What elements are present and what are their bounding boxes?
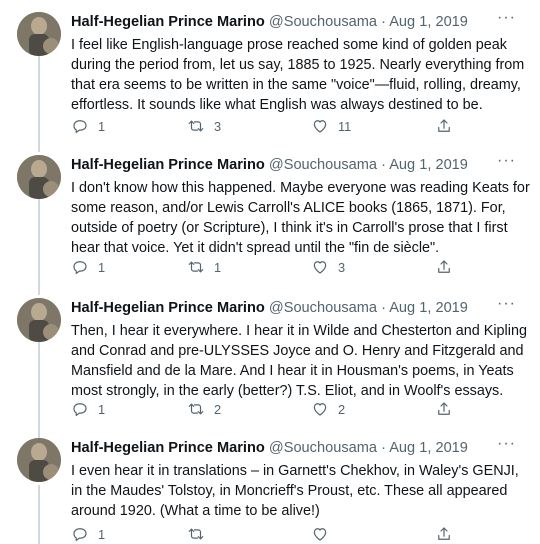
avatar[interactable] bbox=[17, 298, 61, 342]
share-button[interactable] bbox=[435, 524, 453, 544]
display-name[interactable]: Half-Hegelian Prince Marino bbox=[71, 300, 265, 316]
tweet-actions: 1 bbox=[71, 524, 471, 544]
share-icon bbox=[438, 402, 450, 415]
timestamp[interactable]: Aug 1, 2019 bbox=[389, 157, 468, 173]
timestamp[interactable]: Aug 1, 2019 bbox=[389, 440, 468, 456]
tweet-header: Half-Hegelian Prince Marino @Souchousama… bbox=[71, 435, 530, 458]
like-button[interactable]: 2 bbox=[311, 399, 345, 419]
handle[interactable]: @Souchousama bbox=[269, 157, 377, 173]
share-button[interactable] bbox=[435, 399, 453, 419]
retweet-count: 3 bbox=[214, 118, 222, 134]
reply-button[interactable]: 1 bbox=[71, 116, 105, 136]
more-icon[interactable]: ··· bbox=[497, 8, 516, 28]
share-icon bbox=[438, 260, 450, 273]
share-icon bbox=[438, 119, 450, 132]
like-icon bbox=[313, 120, 327, 133]
reply-icon bbox=[73, 403, 87, 416]
like-count: 11 bbox=[338, 118, 352, 134]
display-name[interactable]: Half-Hegelian Prince Marino bbox=[71, 440, 265, 456]
more-icon[interactable]: ··· bbox=[497, 434, 516, 454]
avatar[interactable] bbox=[17, 12, 61, 56]
tweet-text: I don't know how this happened. Maybe ev… bbox=[71, 180, 530, 256]
more-icon[interactable]: ··· bbox=[497, 294, 516, 314]
tweet-header: Half-Hegelian Prince Marino @Souchousama… bbox=[71, 9, 530, 32]
display-name[interactable]: Half-Hegelian Prince Marino bbox=[71, 157, 265, 173]
tweet-actions: 1 3 11 bbox=[71, 116, 471, 136]
like-icon bbox=[313, 528, 327, 541]
tweet-text: I even hear it in translations – in Garn… bbox=[71, 463, 519, 519]
like-icon bbox=[313, 403, 327, 416]
like-count: 3 bbox=[338, 259, 346, 275]
retweet-icon bbox=[188, 528, 204, 540]
tweet-header: Half-Hegelian Prince Marino @Souchousama… bbox=[71, 152, 530, 175]
reply-button[interactable]: 1 bbox=[71, 257, 105, 277]
timestamp[interactable]: Aug 1, 2019 bbox=[389, 300, 468, 316]
retweet-button[interactable]: 3 bbox=[187, 116, 221, 136]
timestamp[interactable]: Aug 1, 2019 bbox=[389, 14, 468, 30]
thread-line bbox=[38, 56, 40, 152]
retweet-icon bbox=[188, 120, 204, 132]
like-button[interactable]: 3 bbox=[311, 257, 345, 277]
share-button[interactable] bbox=[435, 257, 453, 277]
like-count: 2 bbox=[338, 401, 346, 417]
reply-icon bbox=[73, 120, 87, 133]
thread-line bbox=[38, 485, 40, 544]
avatar[interactable] bbox=[17, 438, 61, 482]
tweet-text: Then, I hear it everywhere. I hear it in… bbox=[71, 323, 527, 399]
avatar[interactable] bbox=[17, 155, 61, 199]
like-icon bbox=[313, 261, 327, 274]
handle[interactable]: @Souchousama bbox=[269, 440, 377, 456]
handle[interactable]: @Souchousama bbox=[269, 300, 377, 316]
reply-button[interactable]: 1 bbox=[71, 524, 105, 544]
like-button[interactable]: 11 bbox=[311, 116, 351, 136]
retweet-count: 2 bbox=[214, 401, 222, 417]
like-button[interactable] bbox=[311, 524, 338, 544]
display-name[interactable]: Half-Hegelian Prince Marino bbox=[71, 14, 265, 30]
retweet-icon bbox=[188, 261, 204, 273]
retweet-button[interactable] bbox=[187, 524, 214, 544]
reply-count: 1 bbox=[98, 401, 106, 417]
separator: · bbox=[381, 300, 386, 316]
tweet-header: Half-Hegelian Prince Marino @Souchousama… bbox=[71, 295, 530, 318]
retweet-button[interactable]: 1 bbox=[187, 257, 221, 277]
tweet-text: I feel like English-language prose reach… bbox=[71, 37, 525, 113]
retweet-button[interactable]: 2 bbox=[187, 399, 221, 419]
reply-count: 1 bbox=[98, 118, 106, 134]
reply-button[interactable]: 1 bbox=[71, 399, 105, 419]
reply-icon bbox=[73, 528, 87, 541]
separator: · bbox=[381, 157, 386, 173]
handle[interactable]: @Souchousama bbox=[269, 14, 377, 30]
retweet-icon bbox=[188, 403, 204, 415]
separator: · bbox=[381, 440, 386, 456]
reply-count: 1 bbox=[98, 526, 106, 542]
share-icon bbox=[438, 527, 450, 540]
tweet-actions: 1 2 2 bbox=[71, 399, 471, 419]
reply-icon bbox=[73, 261, 87, 274]
reply-count: 1 bbox=[98, 259, 106, 275]
more-icon[interactable]: ··· bbox=[497, 151, 516, 171]
retweet-count: 1 bbox=[214, 259, 222, 275]
tweet-actions: 1 1 3 bbox=[71, 257, 471, 277]
thread-line bbox=[38, 199, 40, 295]
share-button[interactable] bbox=[435, 116, 453, 136]
thread-line bbox=[38, 342, 40, 438]
separator: · bbox=[381, 14, 386, 30]
